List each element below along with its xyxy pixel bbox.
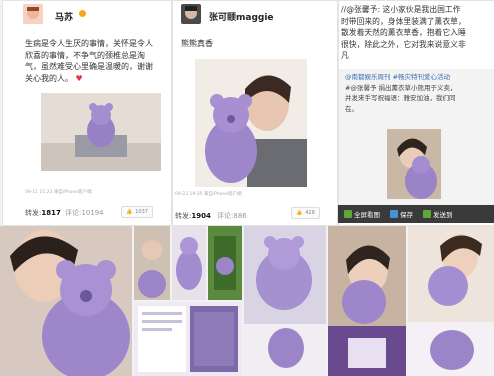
- photo-tile-3[interactable]: [172, 226, 206, 300]
- photo-tile-8[interactable]: [408, 226, 494, 376]
- thumbs-up-icon: 👍: [126, 209, 133, 215]
- avatar[interactable]: [181, 4, 201, 24]
- fullscreen-icon: [344, 210, 352, 218]
- post-text: 熊熊真香: [181, 39, 213, 48]
- post-card-1: 马苏 生病是令人生厌的事情，关怀是令人 欣喜的事情，不争气的颈椎总是淘 气，虽然…: [2, 0, 172, 226]
- post-text: 生病是令人生厌的事情，关怀是令人 欣喜的事情，不争气的颈椎总是淘 气，虽然难受心…: [25, 39, 153, 83]
- quoted-image[interactable]: [387, 129, 441, 199]
- repost-stat[interactable]: 转发:1817: [25, 208, 61, 218]
- comment-stat[interactable]: 评论:10194: [65, 208, 104, 218]
- photo-tile-1[interactable]: [0, 226, 132, 376]
- photo-tile-5[interactable]: [134, 302, 242, 376]
- post-text: //@张馨予: 这小家伙是我出国工作 时带回来的，身体里装满了薰衣草， 散发着天…: [341, 5, 466, 60]
- avatar[interactable]: [23, 4, 43, 24]
- like-button[interactable]: 👍 1037: [121, 206, 153, 218]
- username[interactable]: 张可颐maggie: [209, 10, 274, 23]
- repost-stat[interactable]: 转发:1904: [175, 211, 211, 221]
- thumbs-up-icon: 👍: [296, 210, 303, 216]
- like-button[interactable]: 👍 428: [291, 207, 320, 219]
- verified-badge-icon: [79, 10, 86, 17]
- send-icon: [423, 210, 431, 218]
- photo-tile-2[interactable]: [134, 226, 170, 300]
- image-action-bar: 全屏看图 保存 发送到: [338, 205, 494, 223]
- post-image[interactable]: [195, 59, 307, 187]
- photo-tile-6[interactable]: [244, 226, 326, 376]
- comment-stat[interactable]: 评论:886: [217, 211, 247, 221]
- username[interactable]: 马苏: [55, 10, 73, 23]
- photo-tile-7[interactable]: [328, 226, 406, 376]
- save-button[interactable]: 保存: [390, 209, 413, 219]
- post-meta: 09-11 11:23 来自iPhone客户端: [25, 190, 92, 195]
- post-image[interactable]: [41, 93, 161, 171]
- quoted-text: @南都娱乐周刊 #畅灾特刊爱心活动 #@张馨予 捐出薰衣草小熊用于义卖， 并发来…: [345, 73, 457, 113]
- fullscreen-button[interactable]: 全屏看图: [344, 209, 380, 219]
- quoted-post: @南都娱乐周刊 #畅灾特刊爱心活动 #@张馨予 捐出薰衣草小熊用于义卖， 并发来…: [339, 69, 494, 209]
- save-icon: [390, 210, 398, 218]
- post-card-3: //@张馨予: 这小家伙是我出国工作 时带回来的，身体里装满了薰衣草， 散发着天…: [338, 0, 494, 226]
- post-card-2: 张可颐maggie 熊熊真香 09-23 19:35 来自iPhone客户端 转…: [172, 0, 338, 226]
- post-meta: 09-23 19:35 来自iPhone客户端: [175, 192, 242, 197]
- photo-tile-4[interactable]: [208, 226, 242, 300]
- send-button[interactable]: 发送到: [423, 209, 453, 219]
- heart-icon: ♥: [75, 73, 83, 83]
